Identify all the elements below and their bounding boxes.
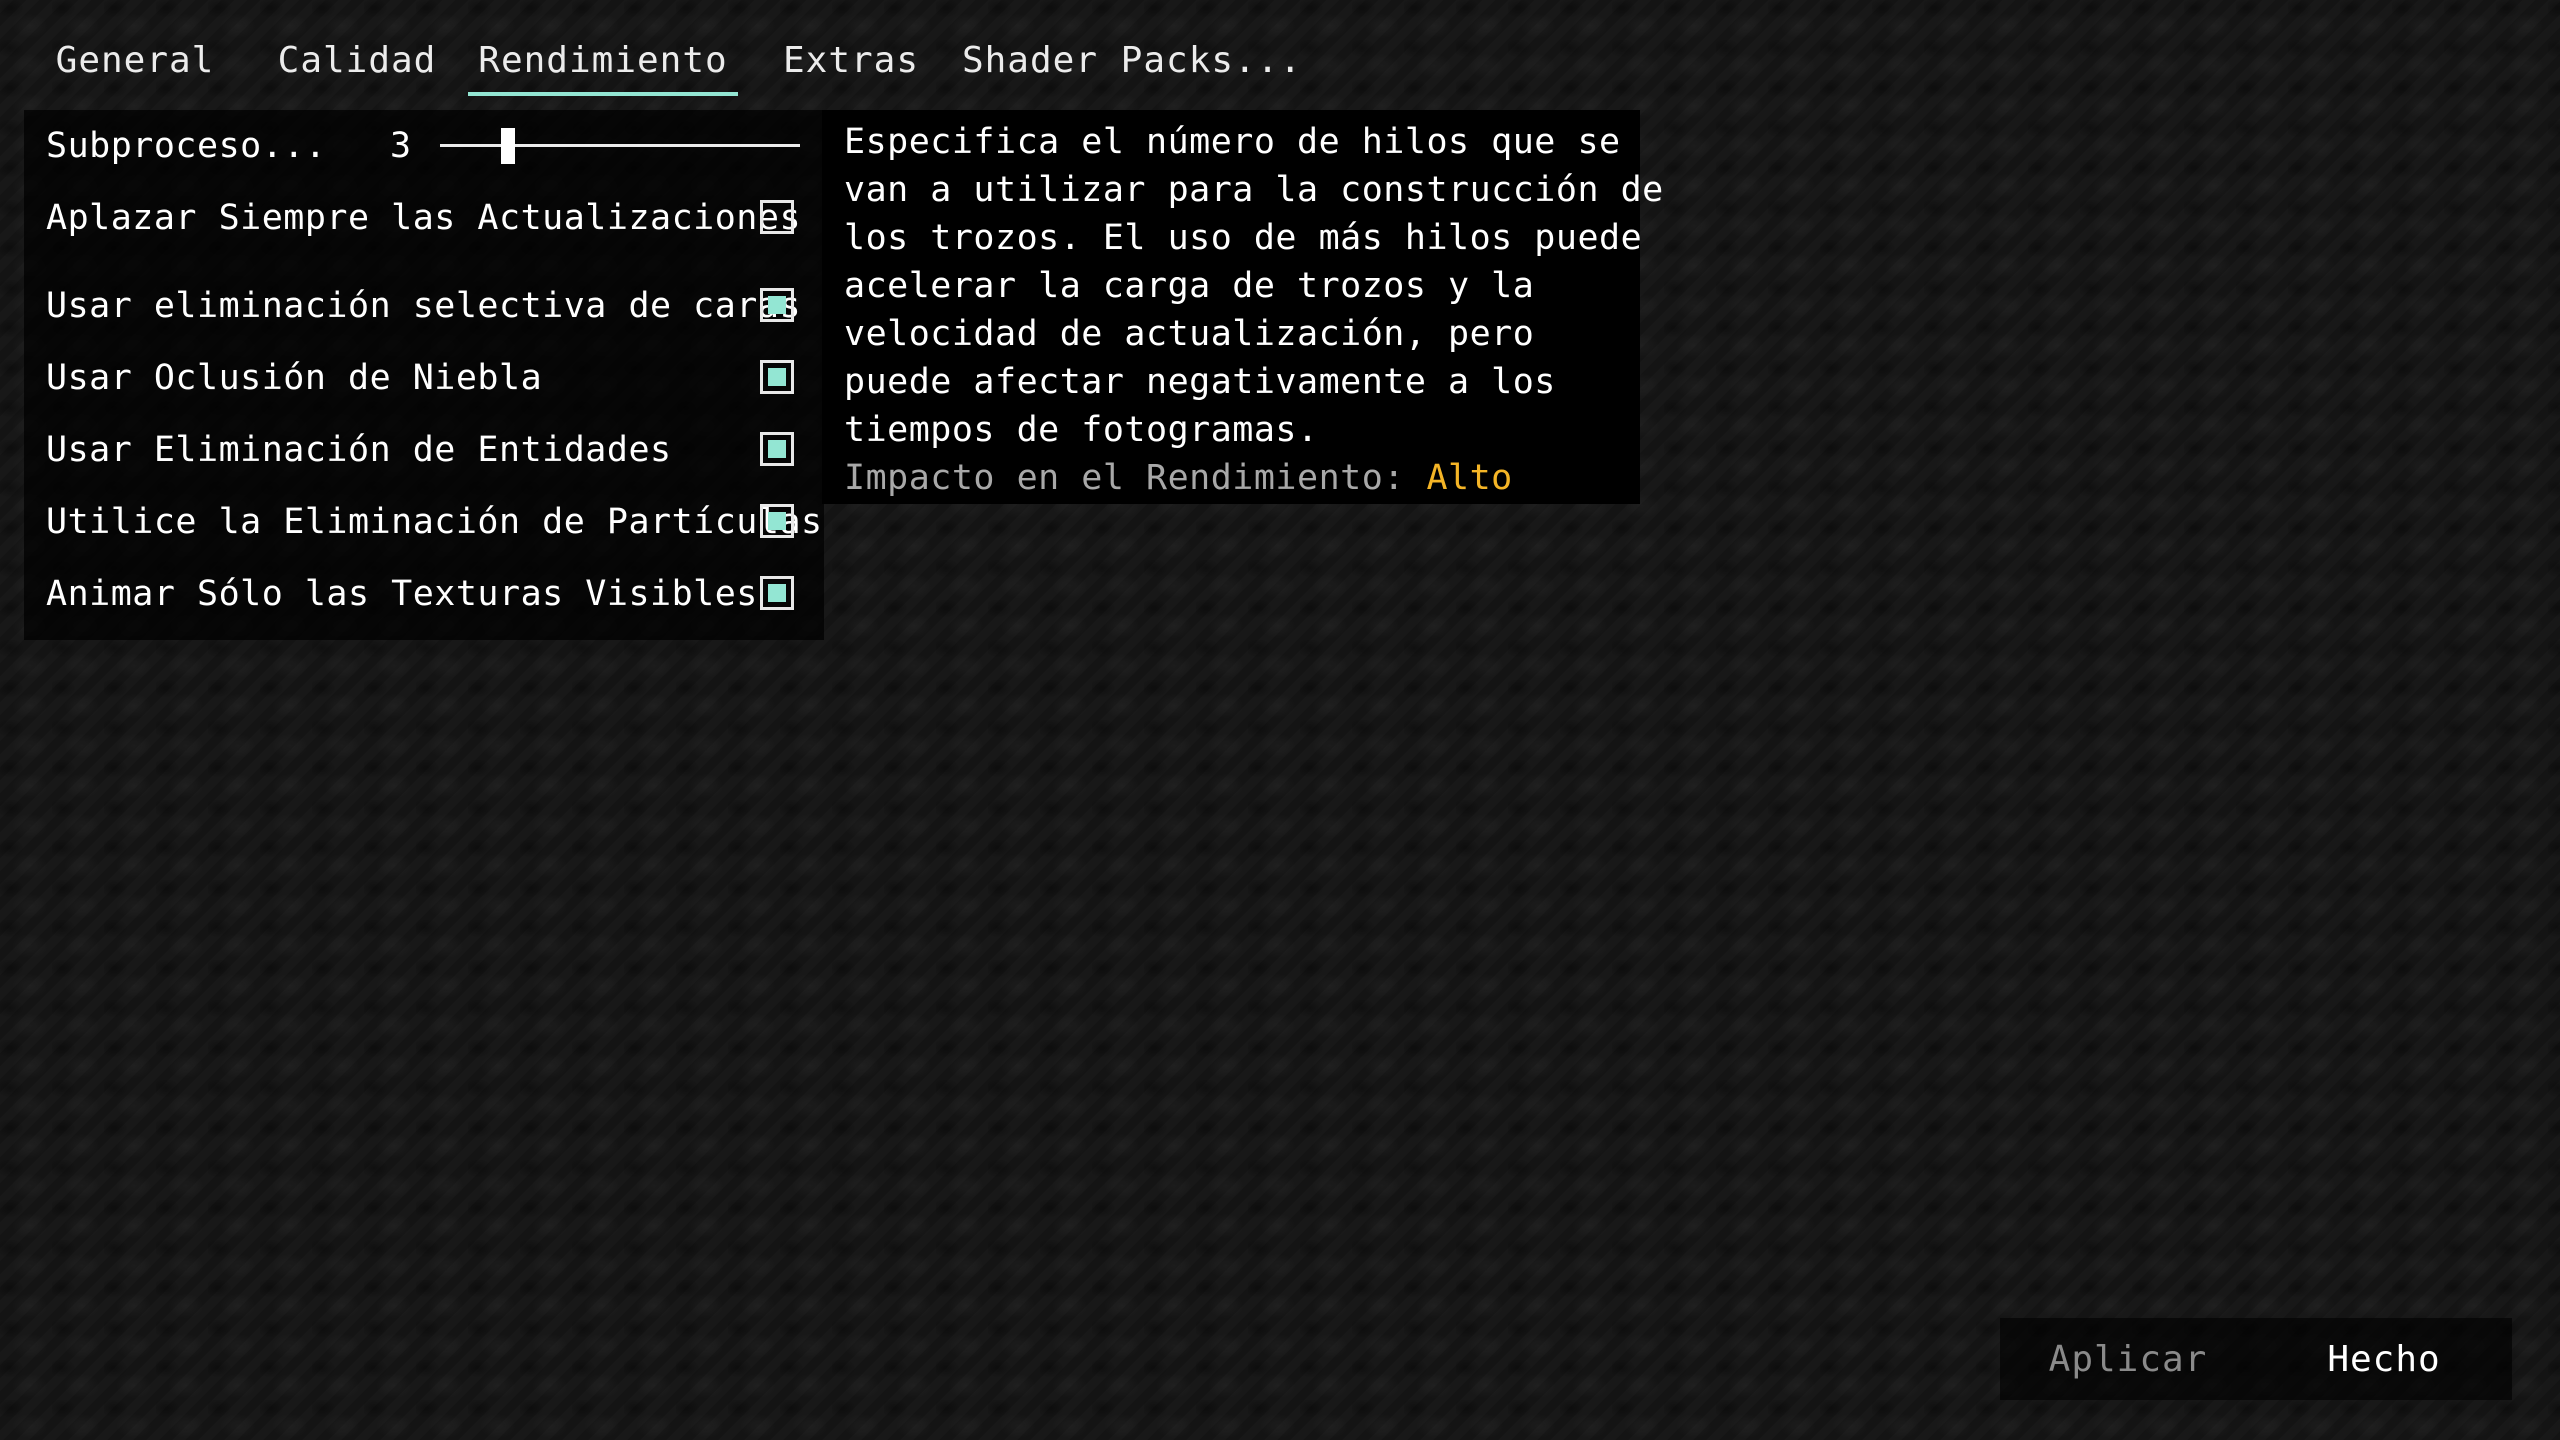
slider-track (440, 144, 800, 147)
done-button[interactable]: Hecho (2256, 1318, 2512, 1400)
block-face-culling-checkbox[interactable] (760, 288, 794, 322)
option-row-entity-culling[interactable]: Usar Eliminación de Entidades (24, 414, 824, 486)
tab-general[interactable]: General (24, 24, 246, 96)
chunk-threads-slider[interactable] (440, 110, 800, 182)
animate-visible-textures-checkbox[interactable] (760, 576, 794, 610)
slider-thumb[interactable] (501, 128, 516, 164)
option-label: Animar Sólo las Texturas Visibles (46, 574, 758, 614)
slider-value: 3 (390, 126, 412, 166)
tooltip-line: puede afectar negativamente a los (844, 362, 1556, 402)
tab-extras[interactable]: Extras (738, 24, 964, 96)
tooltip-line: velocidad de actualización, pero (844, 314, 1535, 354)
option-label: Utilice la Eliminación de Partículas (46, 502, 823, 542)
fog-occlusion-checkbox[interactable] (760, 360, 794, 394)
particle-culling-checkbox[interactable] (760, 504, 794, 538)
option-row-defer-chunk-updates[interactable]: Aplazar Siempre las Actualizaciones de C… (24, 182, 1016, 254)
apply-button[interactable]: Aplicar (2000, 1318, 2256, 1400)
entity-culling-checkbox[interactable] (760, 432, 794, 466)
tooltip-line: acelerar la carga de trozos y la (844, 266, 1535, 306)
impact-value: Alto (1426, 458, 1513, 498)
tab-bar: General Calidad Rendimiento Extras Shade… (24, 24, 1301, 96)
tooltip-line: tiempos de fotogramas. (844, 410, 1319, 450)
tooltip-line: van a utilizar para la construcción de (844, 170, 1664, 210)
tooltip-line: los trozos. El uso de más hilos puede (844, 218, 1643, 258)
option-label: Usar Oclusión de Niebla (46, 358, 543, 398)
option-row-fog-occlusion[interactable]: Usar Oclusión de Niebla (24, 342, 824, 414)
defer-chunk-updates-checkbox[interactable] (760, 200, 794, 234)
tooltip-line: Especifica el número de hilos que se (844, 122, 1621, 162)
tab-rendimiento[interactable]: Rendimiento (468, 24, 738, 96)
performance-impact: Impacto en el Rendimiento: Alto (844, 454, 1640, 502)
options-panel: Subproceso... 3 Aplazar Siempre las Actu… (24, 110, 1038, 640)
option-label: Subproceso... (46, 126, 327, 166)
option-label: Usar Eliminación de Entidades (46, 430, 672, 470)
option-description-tooltip: Especifica el número de hilos que se van… (822, 110, 1664, 504)
tab-calidad[interactable]: Calidad (246, 24, 468, 96)
option-row-particle-culling[interactable]: Utilice la Eliminación de Partículas (24, 486, 824, 558)
option-row-chunk-threads: Subproceso... 3 (24, 110, 824, 182)
option-row-block-face-culling[interactable]: Usar eliminación selectiva de caras de b… (24, 270, 1038, 342)
impact-label: Impacto en el Rendimiento: (844, 458, 1427, 498)
footer-buttons: Aplicar Hecho (2000, 1318, 2512, 1400)
option-row-animate-visible-textures[interactable]: Animar Sólo las Texturas Visibles (24, 558, 824, 630)
tab-shader-packs[interactable]: Shader Packs... (962, 24, 1301, 96)
